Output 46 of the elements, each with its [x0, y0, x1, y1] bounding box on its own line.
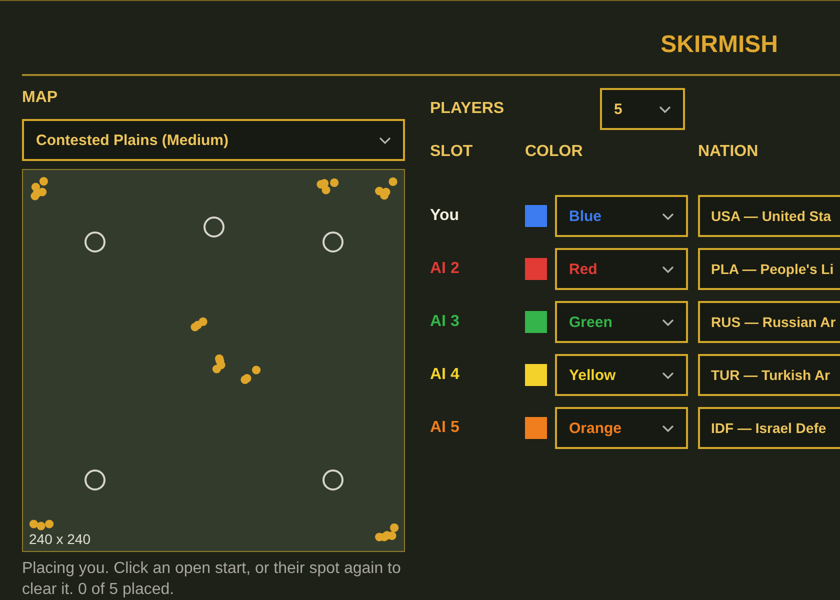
color-select[interactable]: Green: [555, 301, 688, 343]
nation-select[interactable]: RUS — Russian Ar: [698, 301, 840, 343]
map-label: MAP: [22, 88, 59, 108]
color-select[interactable]: Blue: [555, 195, 688, 237]
start-ring-icon[interactable]: [84, 470, 106, 490]
dot-cluster-icon: [375, 177, 398, 200]
start-ring-icon[interactable]: [84, 232, 106, 252]
dot-cluster-icon: [30, 177, 48, 200]
caret-icon: [662, 424, 674, 432]
dot-cluster-icon: [316, 178, 339, 194]
caret-icon: [662, 372, 674, 378]
color-select[interactable]: Yellow: [555, 354, 688, 396]
nation-select[interactable]: IDF — Israel Defe: [698, 407, 840, 449]
slot-label: AI 2: [430, 259, 460, 279]
map-size-label: 240 x 240: [29, 530, 90, 548]
slot-label: AI 3: [430, 312, 460, 332]
start-ring-icon[interactable]: [204, 216, 224, 238]
column-header: NATION: [698, 142, 758, 162]
caret-icon: [659, 106, 671, 112]
column-header: COLOR: [525, 142, 583, 162]
dot-cluster-icon: [190, 317, 208, 332]
dot-cluster-icon: [240, 366, 261, 384]
dot-cluster-icon: [375, 523, 399, 542]
dot-cluster-icon: [29, 520, 54, 530]
nation-select[interactable]: USA — United Sta: [698, 195, 840, 237]
slot-label: AI 5: [430, 418, 460, 438]
nation-select[interactable]: TUR — Turkish Ar: [698, 354, 840, 396]
map-select[interactable]: Contested Plains (Medium): [22, 119, 405, 161]
color-select[interactable]: Red: [555, 248, 688, 290]
map-canvas[interactable]: 240 x 240: [22, 169, 405, 552]
dot-cluster-icon: [212, 354, 226, 374]
color-select[interactable]: Orange: [555, 407, 688, 449]
column-header: SLOT: [430, 142, 473, 162]
start-ring-icon[interactable]: [322, 470, 344, 490]
slot-label: AI 4: [430, 365, 460, 385]
slot-label: You: [430, 206, 460, 226]
caret-icon: [379, 136, 391, 144]
start-ring-icon[interactable]: [322, 232, 344, 252]
page-title: SKIRMISH: [660, 30, 778, 60]
player-count-select[interactable]: 5: [600, 88, 685, 130]
nation-select[interactable]: PLA — People's Li: [698, 248, 840, 290]
caret-icon: [662, 212, 674, 220]
players-label: PLAYERS: [430, 99, 506, 119]
caret-icon: [662, 318, 674, 326]
placement-hint: Placing you. Click an open start, or their spot again to clear it. 0 of 5 placed.: [22, 559, 402, 600]
caret-icon: [662, 266, 674, 272]
